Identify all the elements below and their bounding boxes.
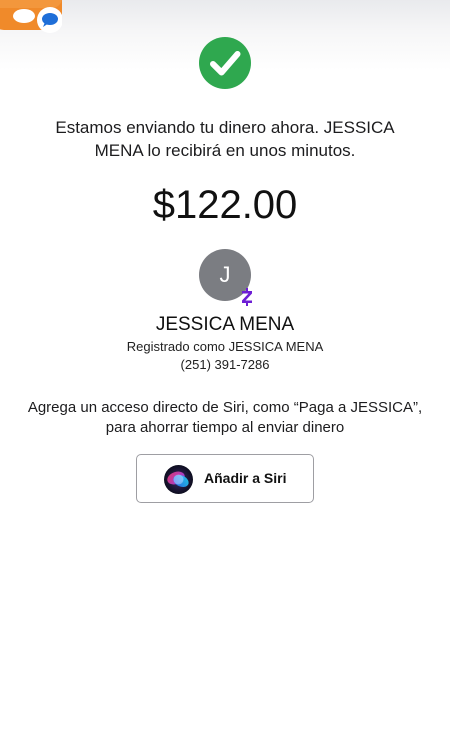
payment-confirmation-screen: Estamos enviando tu dinero ahora. JESSIC… [0, 0, 450, 750]
recipient-name: JESSICA MENA [155, 314, 295, 335]
zelle-icon [242, 288, 252, 306]
add-to-siri-button[interactable]: Añadir a Siri [136, 454, 314, 503]
add-to-siri-label: Añadir a Siri [204, 470, 287, 486]
confirmation-message: Estamos enviando tu dinero ahora. JESSIC… [55, 118, 395, 160]
check-circle-icon [199, 37, 251, 89]
recipient-phone: (251) 391-7286 [180, 357, 270, 372]
amount-sent: $122.00 [152, 183, 298, 227]
siri-icon [164, 465, 193, 494]
messages-app-icon[interactable] [0, 0, 62, 34]
registered-as-text: Registrado como JESSICA MENA [126, 339, 324, 354]
siri-shortcut-description: Agrega un acceso directo de Siri, como “… [27, 399, 423, 436]
